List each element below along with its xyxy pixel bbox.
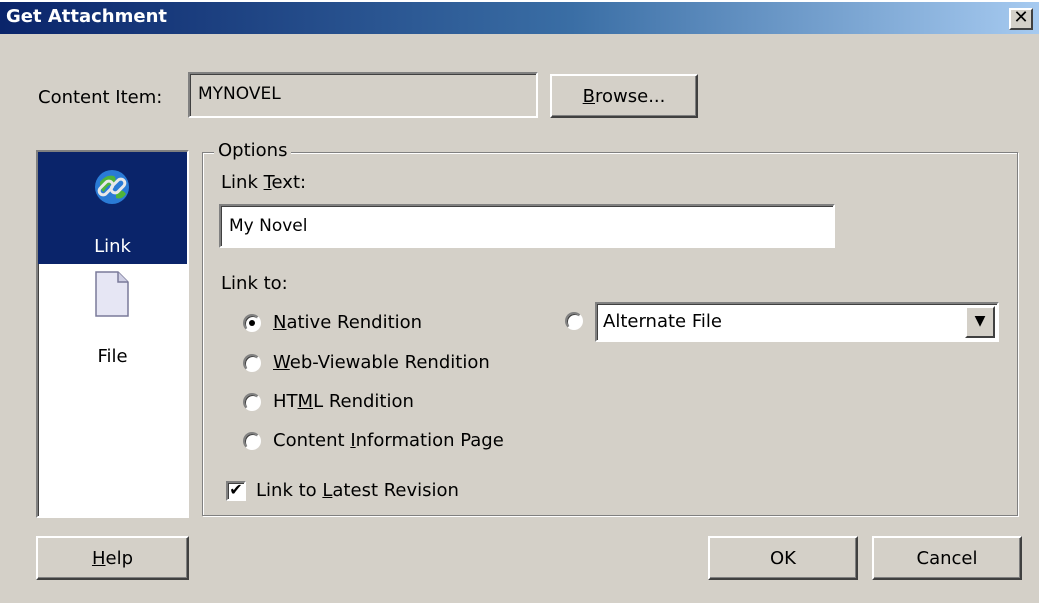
ok-button-label: OK bbox=[770, 547, 796, 569]
cancel-button[interactable]: Cancel bbox=[872, 536, 1022, 580]
link-text-input[interactable]: My Novel bbox=[219, 204, 835, 248]
radio-content-info-label: Content Information Page bbox=[273, 430, 504, 451]
radio-alternate-file-button[interactable] bbox=[565, 312, 583, 330]
browse-button-label: Browse... bbox=[582, 85, 666, 107]
list-item-file[interactable]: File bbox=[38, 266, 187, 378]
radio-native-rendition-button[interactable] bbox=[243, 313, 261, 332]
close-button[interactable]: ✕ bbox=[1009, 8, 1033, 30]
globe-link-icon bbox=[95, 170, 129, 204]
link-text-value: My Novel bbox=[229, 216, 308, 236]
radio-html-rendition[interactable]: HTML Rendition bbox=[243, 391, 414, 412]
list-item-link[interactable]: Link bbox=[38, 152, 187, 264]
radio-alternate-file[interactable] bbox=[565, 312, 595, 330]
alternate-file-select-value: Alternate File bbox=[603, 311, 722, 332]
alternate-file-select[interactable]: Alternate File ▼ bbox=[595, 302, 999, 342]
link-to-label: Link to: bbox=[221, 273, 288, 294]
options-legend: Options bbox=[214, 140, 292, 161]
title-bar: Get Attachment ✕ bbox=[0, 0, 1039, 34]
browse-button-label-rest: rowse... bbox=[595, 85, 666, 107]
file-icon bbox=[95, 271, 129, 317]
radio-content-info-button[interactable] bbox=[243, 431, 261, 450]
attachment-type-list: Link File bbox=[36, 150, 189, 518]
radio-content-information-page[interactable]: Content Information Page bbox=[243, 430, 504, 451]
latest-revision-checkbox[interactable]: ✔ bbox=[226, 480, 246, 501]
list-item-link-label: Link bbox=[94, 236, 131, 257]
radio-native-rendition[interactable]: Native Rendition bbox=[243, 312, 422, 333]
radio-native-rendition-label: Native Rendition bbox=[273, 312, 423, 333]
window-title: Get Attachment bbox=[6, 6, 168, 27]
content-item-label: Content Item: bbox=[38, 87, 163, 108]
list-item-file-label: File bbox=[97, 346, 128, 367]
radio-html-label: HTML Rendition bbox=[273, 391, 414, 412]
cancel-button-label: Cancel bbox=[916, 547, 978, 569]
link-text-label: Link Text: bbox=[221, 172, 307, 193]
radio-web-viewable-label: Web-Viewable Rendition bbox=[273, 352, 490, 373]
browse-button[interactable]: Browse... bbox=[550, 74, 698, 118]
latest-revision-checkbox-row[interactable]: ✔ Link to Latest Revision bbox=[226, 480, 459, 501]
content-item-field: MYNOVEL bbox=[188, 72, 538, 118]
dropdown-arrow-button[interactable]: ▼ bbox=[965, 306, 995, 338]
close-icon: ✕ bbox=[1013, 7, 1029, 28]
radio-web-viewable-rendition[interactable]: Web-Viewable Rendition bbox=[243, 352, 490, 373]
chevron-down-icon: ▼ bbox=[974, 313, 986, 329]
help-button[interactable]: Help bbox=[36, 536, 189, 580]
radio-web-viewable-button[interactable] bbox=[243, 353, 261, 372]
ok-button[interactable]: OK bbox=[708, 536, 858, 580]
radio-html-button[interactable] bbox=[243, 392, 261, 411]
help-button-label: Help bbox=[91, 547, 134, 569]
latest-revision-label: Link to Latest Revision bbox=[256, 480, 459, 501]
content-item-value: MYNOVEL bbox=[198, 84, 281, 104]
